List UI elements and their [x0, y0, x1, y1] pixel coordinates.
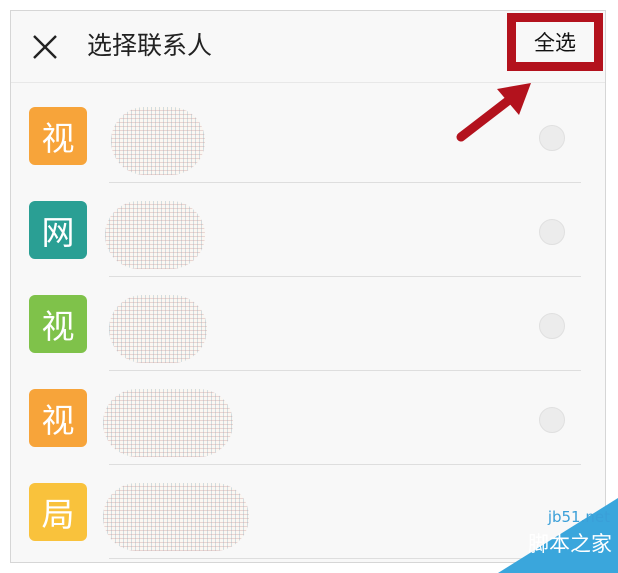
contact-name-redacted [103, 389, 233, 457]
contact-select-radio[interactable] [539, 125, 565, 151]
contact-select-radio[interactable] [539, 407, 565, 433]
select-all-label: 全选 [534, 31, 576, 55]
contact-row[interactable]: 视 [11, 277, 605, 371]
select-all-button[interactable]: 全选 [507, 13, 603, 71]
contact-avatar: 局 [29, 483, 87, 541]
close-icon[interactable] [31, 33, 59, 61]
contact-picker-screen: 选择联系人 全选 视网视视局 [10, 10, 606, 563]
contact-name-redacted [109, 295, 207, 363]
contact-row[interactable]: 网 [11, 183, 605, 277]
contact-row[interactable]: 视 [11, 371, 605, 465]
contact-name-redacted [105, 201, 205, 269]
contact-row[interactable]: 视 [11, 89, 605, 183]
contact-avatar: 视 [29, 389, 87, 447]
watermark-url: jb51.net [547, 508, 610, 526]
page-title: 选择联系人 [87, 31, 213, 60]
contact-name-redacted [111, 107, 205, 175]
contact-avatar: 视 [29, 295, 87, 353]
contact-avatar: 视 [29, 107, 87, 165]
contact-name-redacted [103, 483, 249, 551]
contact-select-radio[interactable] [539, 219, 565, 245]
watermark-name: 脚本之家 [528, 532, 612, 556]
watermark: jb51.net 脚本之家 [498, 498, 618, 573]
contact-select-radio[interactable] [539, 313, 565, 339]
contact-avatar: 网 [29, 201, 87, 259]
